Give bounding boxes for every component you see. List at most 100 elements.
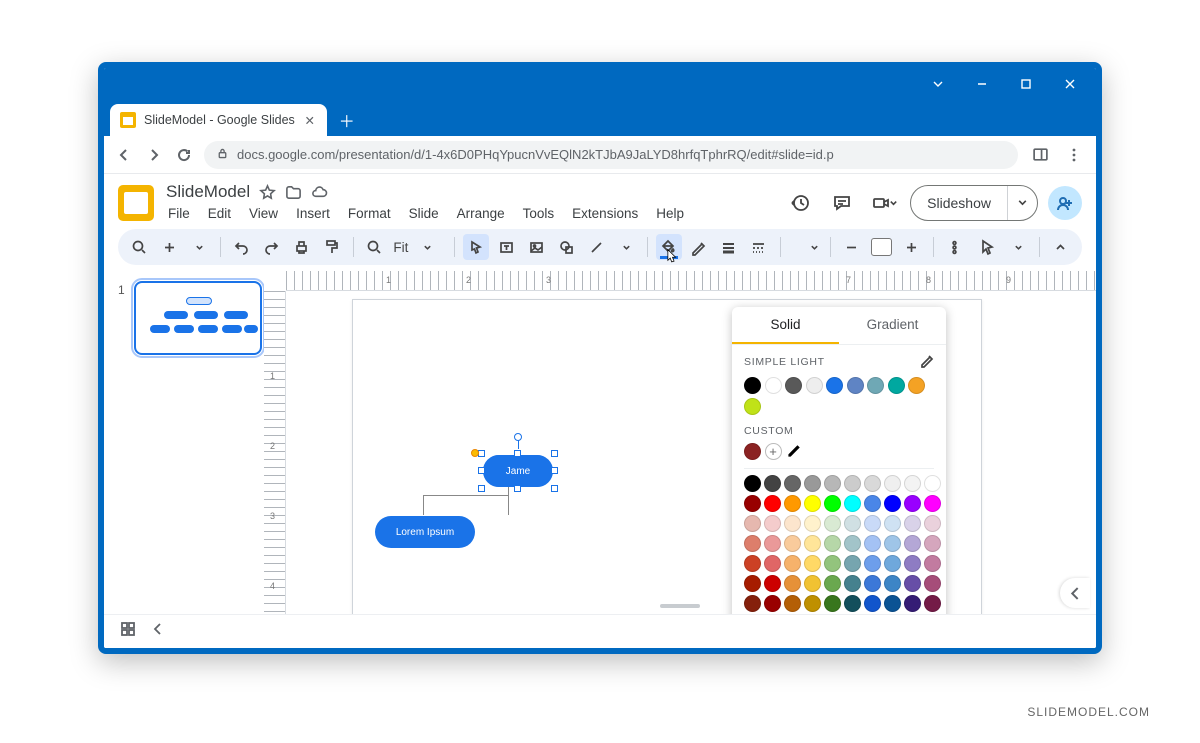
palette-swatch[interactable] — [744, 555, 761, 572]
edit-theme-colors-icon[interactable] — [919, 353, 934, 371]
palette-swatch[interactable] — [844, 495, 861, 512]
theme-swatch[interactable] — [744, 377, 761, 394]
palette-swatch[interactable] — [924, 535, 941, 552]
palette-swatch[interactable] — [764, 555, 781, 572]
border-weight-button[interactable] — [716, 234, 742, 260]
palette-swatch[interactable] — [784, 555, 801, 572]
palette-swatch[interactable] — [904, 575, 921, 592]
theme-swatch[interactable] — [867, 377, 884, 394]
line-tool[interactable] — [583, 234, 609, 260]
browser-tab[interactable]: SlideModel - Google Slides ✕ — [110, 104, 327, 136]
palette-swatch[interactable] — [904, 595, 921, 612]
border-dash-button[interactable] — [746, 234, 772, 260]
redo-button[interactable] — [259, 234, 285, 260]
theme-swatch[interactable] — [826, 377, 843, 394]
side-panel-icon[interactable] — [1028, 143, 1052, 167]
palette-swatch[interactable] — [864, 475, 881, 492]
forward-button[interactable] — [144, 145, 164, 165]
slideshow-dropdown[interactable] — [1007, 186, 1037, 220]
palette-swatch[interactable] — [884, 475, 901, 492]
palette-swatch[interactable] — [804, 515, 821, 532]
window-close[interactable] — [1050, 70, 1090, 98]
palette-swatch[interactable] — [744, 575, 761, 592]
meet-icon[interactable] — [868, 187, 900, 219]
cloud-status-icon[interactable] — [310, 183, 328, 201]
palette-swatch[interactable] — [824, 575, 841, 592]
palette-swatch[interactable] — [804, 495, 821, 512]
address-bar[interactable]: docs.google.com/presentation/d/1-4x6D0PH… — [204, 141, 1018, 169]
palette-swatch[interactable] — [764, 495, 781, 512]
window-minimize[interactable] — [962, 70, 1002, 98]
more-formatting-dropdown[interactable] — [788, 234, 821, 260]
palette-swatch[interactable] — [824, 595, 841, 612]
theme-swatch[interactable] — [785, 377, 802, 394]
palette-swatch[interactable] — [764, 575, 781, 592]
palette-swatch[interactable] — [804, 535, 821, 552]
palette-swatch[interactable] — [864, 495, 881, 512]
palette-swatch[interactable] — [924, 575, 941, 592]
palette-swatch[interactable] — [864, 575, 881, 592]
palette-swatch[interactable] — [824, 475, 841, 492]
zoom-out-button[interactable] — [838, 234, 864, 260]
document-title[interactable]: SlideModel — [166, 182, 250, 202]
share-button[interactable] — [1048, 186, 1082, 220]
shape-bottom-left[interactable]: Lorem Ipsum — [375, 516, 475, 548]
star-icon[interactable] — [258, 183, 276, 201]
new-slide-dropdown[interactable] — [186, 234, 212, 260]
window-chevron-down[interactable] — [918, 70, 958, 98]
menu-help[interactable]: Help — [654, 204, 686, 223]
back-button[interactable] — [114, 145, 134, 165]
mode-button[interactable] — [975, 234, 1001, 260]
palette-swatch[interactable] — [804, 555, 821, 572]
palette-swatch[interactable] — [844, 575, 861, 592]
palette-swatch[interactable] — [844, 595, 861, 612]
hide-menus-button[interactable] — [1048, 234, 1074, 260]
palette-swatch[interactable] — [784, 495, 801, 512]
palette-swatch[interactable] — [924, 475, 941, 492]
image-tool[interactable] — [523, 234, 549, 260]
palette-swatch[interactable] — [864, 535, 881, 552]
shape-tool[interactable] — [553, 234, 579, 260]
palette-swatch[interactable] — [864, 515, 881, 532]
theme-swatch[interactable] — [888, 377, 905, 394]
tab-gradient[interactable]: Gradient — [839, 307, 946, 344]
eyedropper-button[interactable] — [785, 443, 802, 460]
selected-shape[interactable]: Jame — [483, 455, 553, 487]
explore-button[interactable] — [1060, 578, 1090, 608]
slide-panel[interactable]: 1 — [104, 271, 264, 614]
speaker-notes-handle[interactable] — [660, 604, 700, 608]
menu-extensions[interactable]: Extensions — [570, 204, 640, 223]
palette-swatch[interactable] — [904, 475, 921, 492]
palette-swatch[interactable] — [804, 575, 821, 592]
mode-dropdown[interactable] — [1005, 234, 1031, 260]
search-menus-icon[interactable] — [126, 234, 152, 260]
toolbar-overflow[interactable] — [941, 234, 967, 260]
select-tool[interactable] — [463, 234, 489, 260]
new-slide-button[interactable] — [156, 234, 182, 260]
palette-swatch[interactable] — [764, 475, 781, 492]
palette-swatch[interactable] — [744, 495, 761, 512]
palette-swatch[interactable] — [824, 535, 841, 552]
browser-menu-icon[interactable] — [1062, 143, 1086, 167]
print-button[interactable] — [289, 234, 315, 260]
border-color-button[interactable] — [686, 234, 712, 260]
slides-logo[interactable] — [118, 185, 154, 221]
move-icon[interactable] — [284, 183, 302, 201]
zoom-button[interactable] — [361, 234, 387, 260]
palette-swatch[interactable] — [844, 475, 861, 492]
menu-file[interactable]: File — [166, 204, 192, 223]
slideshow-button[interactable]: Slideshow — [910, 185, 1038, 221]
palette-swatch[interactable] — [784, 515, 801, 532]
textbox-tool[interactable] — [493, 234, 519, 260]
background-button[interactable] — [868, 234, 894, 260]
palette-swatch[interactable] — [804, 475, 821, 492]
palette-swatch[interactable] — [784, 575, 801, 592]
palette-swatch[interactable] — [804, 595, 821, 612]
palette-swatch[interactable] — [904, 515, 921, 532]
palette-swatch[interactable] — [764, 595, 781, 612]
theme-swatch[interactable] — [908, 377, 925, 394]
menu-arrange[interactable]: Arrange — [455, 204, 507, 223]
new-tab-button[interactable]: ＋ — [333, 106, 361, 134]
zoom-in-button[interactable] — [899, 234, 925, 260]
palette-swatch[interactable] — [784, 595, 801, 612]
